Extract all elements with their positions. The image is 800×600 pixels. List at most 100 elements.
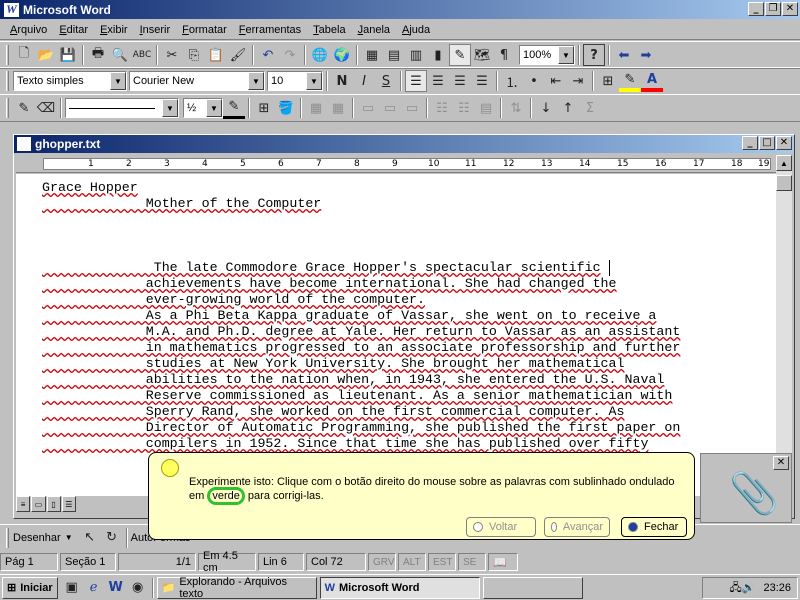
shading-color-icon[interactable]: 🪣 xyxy=(275,97,297,119)
task-word-button[interactable]: W Microsoft Word xyxy=(319,576,480,599)
document-map-icon[interactable]: 🗺 xyxy=(471,44,493,66)
hyperlink-icon[interactable]: 🌐 xyxy=(309,44,331,66)
web-toolbar-icon[interactable]: 🌍 xyxy=(331,44,353,66)
save-icon[interactable]: 💾 xyxy=(57,44,79,66)
distribute-rows-icon[interactable]: ☷ xyxy=(431,97,453,119)
align-center-icon[interactable]: ☰ xyxy=(427,70,449,92)
doc-maximize-button[interactable]: □ xyxy=(759,136,775,150)
numbering-icon[interactable]: ⒈ xyxy=(501,70,523,92)
undo-icon[interactable]: ↶ xyxy=(257,44,279,66)
tables-borders-icon[interactable]: ▦ xyxy=(361,44,383,66)
line-width-select[interactable]: ½ ▼ xyxy=(183,98,223,118)
start-button[interactable]: ⊞ Iniciar xyxy=(2,576,58,599)
tray-icons[interactable]: 🖧🔊 xyxy=(730,579,756,598)
empty-task-button[interactable] xyxy=(482,576,583,599)
line-style-select[interactable]: ▼ xyxy=(65,98,179,118)
underline-button[interactable]: S xyxy=(375,70,397,92)
borders-icon[interactable]: ⊞ xyxy=(597,70,619,92)
desktop-icon[interactable]: ▣ xyxy=(61,577,83,599)
align-bottom-icon[interactable]: ▭ xyxy=(401,97,423,119)
clock[interactable]: 23:26 xyxy=(763,582,791,594)
doc-minimize-button[interactable]: _ xyxy=(742,136,758,150)
decrease-indent-icon[interactable]: ⇤ xyxy=(545,70,567,92)
next-button[interactable]: Avançar xyxy=(544,517,610,537)
status-trk[interactable]: ALT xyxy=(398,553,426,571)
menu-exibir[interactable]: Exibir xyxy=(94,24,134,36)
merge-cells-icon[interactable]: ▦ xyxy=(305,97,327,119)
draw-table-icon[interactable]: ✎ xyxy=(13,97,35,119)
back-button[interactable]: Voltar xyxy=(466,517,536,537)
font-select[interactable]: Courier New ▼ xyxy=(129,71,265,91)
align-left-icon[interactable]: ☰ xyxy=(405,70,427,92)
sort-descending-icon[interactable]: ↑ xyxy=(557,97,579,119)
word-icon[interactable]: W xyxy=(105,577,127,599)
outline-view-icon[interactable]: ☰ xyxy=(61,496,76,512)
status-rec[interactable]: GRV xyxy=(368,553,396,571)
columns-icon[interactable]: ▮ xyxy=(427,44,449,66)
horizontal-ruler[interactable]: 1 2 3 4 5 6 7 8 9 10 11 12 13 14 15 16 1… xyxy=(16,155,781,173)
redo-icon[interactable]: ↷ xyxy=(279,44,301,66)
assistant-close-button[interactable]: ✕ xyxy=(773,456,789,470)
distribute-columns-icon[interactable]: ☷ xyxy=(453,97,475,119)
zoom-select[interactable]: 100% ▼ xyxy=(519,45,575,65)
status-ext[interactable]: EST xyxy=(428,553,456,571)
copy-icon[interactable]: ⎘ xyxy=(183,44,205,66)
menu-tabela[interactable]: Tabela xyxy=(307,24,351,36)
eraser-icon[interactable]: ⌫ xyxy=(35,97,57,119)
status-ovr[interactable]: SE xyxy=(458,553,486,571)
forward-arrow-icon[interactable]: ➡ xyxy=(635,44,657,66)
minimize-button[interactable]: _ xyxy=(748,2,764,16)
border-color-icon[interactable]: ✎ xyxy=(223,97,245,119)
vertical-scrollbar[interactable]: ▲ xyxy=(776,155,792,496)
show-hide-icon[interactable]: ¶ xyxy=(493,44,515,66)
normal-view-icon[interactable]: ≡ xyxy=(16,496,31,512)
media-icon[interactable]: ◉ xyxy=(127,577,149,599)
font-color-icon[interactable]: A xyxy=(641,70,663,92)
help-icon[interactable]: ? xyxy=(583,44,605,66)
restore-button[interactable]: ❐ xyxy=(765,2,781,16)
print-icon[interactable]: 🖶 xyxy=(87,44,109,66)
draw-menu-button[interactable]: Desenhar xyxy=(13,532,61,544)
cut-icon[interactable]: ✂ xyxy=(161,44,183,66)
menu-ajuda[interactable]: Ajuda xyxy=(396,24,436,36)
bullets-icon[interactable]: • xyxy=(523,70,545,92)
spelling-icon[interactable]: ABC xyxy=(131,44,153,66)
back-arrow-icon[interactable]: ⬅ xyxy=(613,44,635,66)
document-page[interactable]: Grace Hopper Mother of the Computer The … xyxy=(16,174,781,496)
outside-border-icon[interactable]: ⊞ xyxy=(253,97,275,119)
format-painter-icon[interactable]: 🖌 xyxy=(227,44,249,66)
scroll-thumb[interactable] xyxy=(776,175,792,191)
doc-close-button[interactable]: ✕ xyxy=(776,136,792,150)
split-cells-icon[interactable]: ▦ xyxy=(327,97,349,119)
paste-icon[interactable]: 📋 xyxy=(205,44,227,66)
menu-janela[interactable]: Janela xyxy=(352,24,396,36)
menu-formatar[interactable]: Formatar xyxy=(176,24,233,36)
ie-icon[interactable]: ℯ xyxy=(83,577,105,599)
insert-excel-icon[interactable]: ▥ xyxy=(405,44,427,66)
bold-button[interactable]: N xyxy=(331,70,353,92)
menu-arquivo[interactable]: Arquivo xyxy=(4,24,53,36)
free-rotate-icon[interactable]: ↻ xyxy=(101,527,123,549)
align-right-icon[interactable]: ☰ xyxy=(449,70,471,92)
print-preview-icon[interactable]: 🔍 xyxy=(109,44,131,66)
justify-icon[interactable]: ☰ xyxy=(471,70,493,92)
menu-editar[interactable]: Editar xyxy=(53,24,94,36)
select-objects-icon[interactable]: ↖ xyxy=(79,527,101,549)
new-document-icon[interactable]: 🗋 xyxy=(13,44,35,66)
insert-table-icon[interactable]: ▤ xyxy=(383,44,405,66)
menu-inserir[interactable]: Inserir xyxy=(134,24,177,36)
table-autoformat-icon[interactable]: ▤ xyxy=(475,97,497,119)
menu-ferramentas[interactable]: Ferramentas xyxy=(233,24,307,36)
drawing-icon[interactable]: ✎ xyxy=(449,44,471,66)
scroll-up-button[interactable]: ▲ xyxy=(776,155,792,171)
spelling-status-icon[interactable]: 📖 xyxy=(488,553,518,571)
align-top-icon[interactable]: ▭ xyxy=(357,97,379,119)
sort-ascending-icon[interactable]: ↓ xyxy=(535,97,557,119)
close-balloon-button[interactable]: Fechar xyxy=(621,517,687,537)
print-layout-icon[interactable]: ▯ xyxy=(46,496,61,512)
autosum-icon[interactable]: Σ xyxy=(579,97,601,119)
web-layout-icon[interactable]: ▭ xyxy=(31,496,46,512)
increase-indent-icon[interactable]: ⇥ xyxy=(567,70,589,92)
italic-button[interactable]: I xyxy=(353,70,375,92)
text-direction-icon[interactable]: ⇅ xyxy=(505,97,527,119)
